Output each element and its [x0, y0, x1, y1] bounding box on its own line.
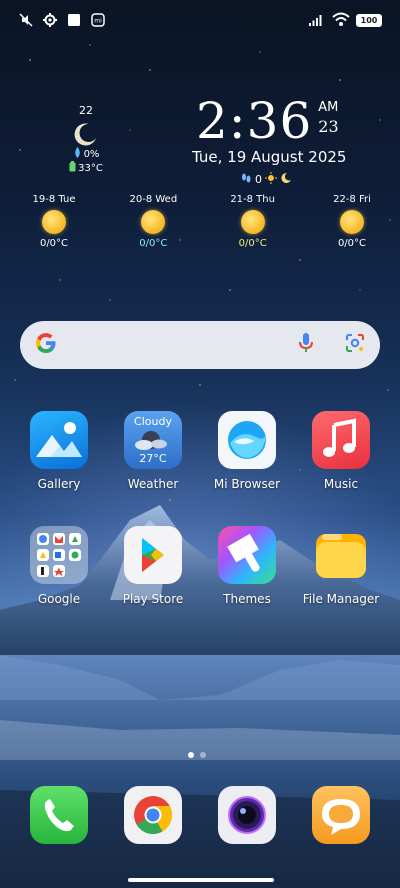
app-label: Music: [323, 477, 359, 491]
forecast-temp: 0/0°C: [337, 238, 367, 249]
app-file-manager[interactable]: File Manager: [296, 526, 386, 606]
settings-gear-icon: [42, 12, 58, 28]
forecast-day[interactable]: 22-8 Fri 0/0°C: [322, 194, 382, 249]
google-folder-icon: [30, 526, 88, 584]
current-temperature: 22: [79, 104, 93, 117]
moon-small-icon: [280, 172, 292, 187]
app-label: File Manager: [302, 592, 380, 606]
app-mi-browser[interactable]: Mi Browser: [202, 411, 292, 491]
gallery-icon: [30, 411, 88, 469]
forecast-temp: 0/0°C: [139, 238, 168, 249]
mini-weather-widget[interactable]: 22 0% 33°C: [64, 104, 108, 175]
forecast-date: 22-8 Fri: [333, 194, 371, 205]
forecast-date: 19-8 Tue: [32, 194, 76, 205]
google-logo-icon: [34, 331, 58, 359]
battery-temp-row: 33°C: [64, 161, 108, 175]
home-indicator[interactable]: [128, 878, 274, 882]
themes-icon: [218, 526, 276, 584]
forecast-date: 20-8 Wed: [129, 194, 178, 205]
clock-time: 2:36: [196, 92, 313, 150]
app-label: Play Store: [122, 592, 184, 606]
wifi-icon: [332, 12, 350, 28]
app-music[interactable]: Music: [296, 411, 386, 491]
browser-icon: [218, 411, 276, 469]
square-notification-icon: [66, 12, 82, 28]
sun-icon: [240, 210, 265, 234]
app-notification-icon: mi: [90, 12, 106, 28]
app-themes[interactable]: Themes: [202, 526, 292, 606]
folder-google[interactable]: Google: [14, 526, 104, 606]
play-store-icon: [124, 526, 182, 584]
crescent-moon-icon: [73, 121, 99, 147]
dock-messages[interactable]: [312, 786, 370, 844]
clock-widget[interactable]: 2:36 AM 23: [196, 92, 339, 150]
battery-small-icon: [69, 161, 76, 175]
footsteps-icon: [240, 172, 252, 187]
status-bar: mi 100: [18, 10, 382, 30]
battery-icon: 100: [356, 13, 382, 27]
sun-icon: [339, 210, 364, 234]
dock-phone[interactable]: [30, 786, 88, 844]
phone-icon: [30, 799, 88, 844]
signal-icon: [308, 12, 324, 28]
weather-condition: Cloudy: [134, 415, 172, 428]
weather-temp: 27°C: [139, 452, 167, 465]
precipitation-value: 0%: [83, 148, 100, 160]
app-label: Mi Browser: [213, 477, 281, 491]
forecast-day[interactable]: 19-8 Tue 0/0°C: [24, 194, 84, 249]
app-label: Themes: [223, 592, 271, 606]
mute-icon: [18, 12, 34, 28]
forecast-date: 21-8 Thu: [230, 194, 275, 205]
app-weather[interactable]: Cloudy 27°C Weather: [108, 411, 198, 491]
google-lens-icon[interactable]: [344, 332, 366, 358]
camera-icon: [218, 796, 276, 844]
dock-chrome[interactable]: [124, 786, 182, 844]
chrome-icon: [124, 796, 182, 844]
sun-icon: [141, 210, 166, 234]
page-dot-active[interactable]: [188, 752, 194, 758]
app-play-store[interactable]: Play Store: [108, 526, 198, 606]
precipitation-row: 0%: [64, 147, 108, 161]
message-bubble-icon: [312, 799, 370, 844]
dock-camera[interactable]: [218, 786, 276, 844]
forecast-day[interactable]: 21-8 Thu 0/0°C: [223, 194, 283, 249]
google-search-bar[interactable]: [20, 321, 380, 369]
page-dot[interactable]: [200, 752, 206, 758]
app-gallery[interactable]: Gallery: [14, 411, 104, 491]
steps-count: 0: [255, 173, 262, 186]
sun-small-icon: [265, 172, 277, 187]
svg-text:mi: mi: [94, 18, 102, 25]
music-icon: [312, 411, 370, 469]
battery-temp-value: 33°C: [78, 162, 103, 174]
clock-seconds: 23: [318, 117, 339, 136]
forecast-temp: 0/0°C: [238, 238, 267, 249]
sun-icon: [42, 210, 66, 234]
raindrop-icon: [73, 147, 82, 161]
forecast-day[interactable]: 20-8 Wed 0/0°C: [123, 194, 183, 249]
clock-extra-row: 0: [240, 172, 292, 187]
app-label: Weather: [127, 477, 179, 491]
forecast-temp: 0/0°C: [39, 238, 69, 249]
clock-ampm: AM: [318, 100, 339, 115]
app-label: Google: [37, 592, 81, 606]
forecast-row: 19-8 Tue 0/0°C 20-8 Wed 0/0°C 21-8 Thu 0…: [24, 194, 382, 249]
microphone-icon[interactable]: [298, 332, 314, 358]
app-label: Gallery: [37, 477, 81, 491]
page-indicator[interactable]: [188, 752, 206, 758]
folder-icon: [312, 526, 370, 584]
clock-date: Tue, 19 August 2025: [192, 148, 347, 166]
weather-icon: Cloudy 27°C: [124, 411, 182, 469]
